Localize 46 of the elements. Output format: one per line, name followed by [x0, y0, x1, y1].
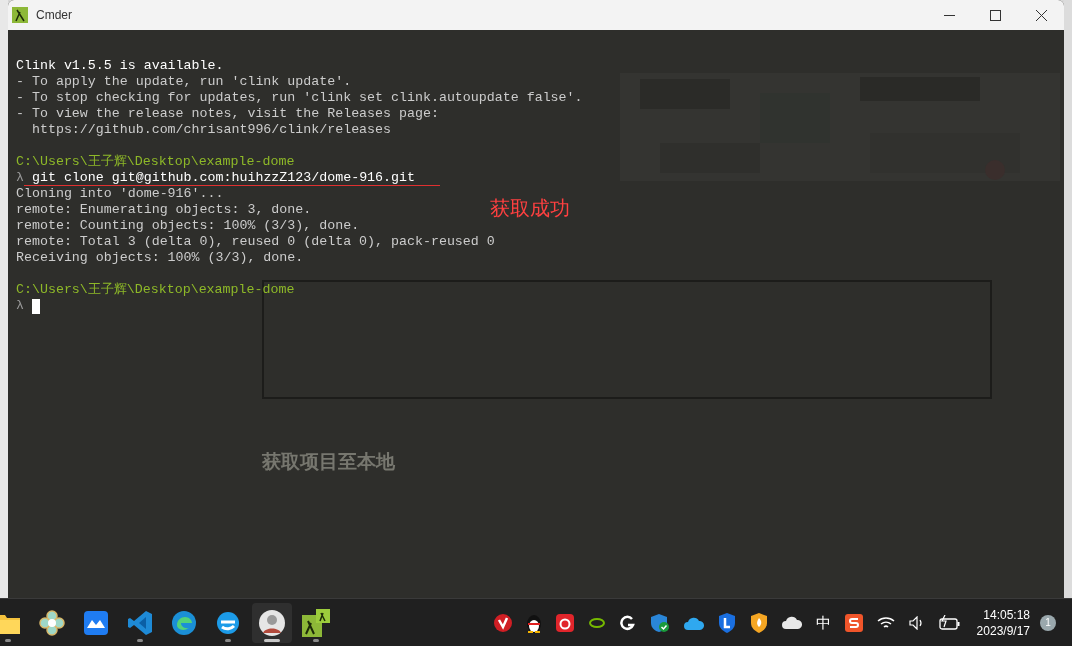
terminal-line: remote: Total 3 (delta 0), reused 0 (delta 0), pack-reused 0 [16, 234, 495, 250]
terminal-line: Receiving objects: 100% (3/3), done. [16, 250, 304, 266]
s-logo-icon[interactable] [844, 613, 863, 632]
code-editor-icon [127, 609, 153, 636]
annotation-text: 获取成功 [490, 196, 570, 221]
shield-flame-icon[interactable] [749, 612, 768, 633]
penguin-icon[interactable] [525, 612, 542, 633]
prompt-path: C:\Users\王子辉\Desktop\example-dome [16, 282, 295, 298]
g-logo-icon[interactable] [619, 614, 636, 631]
mountain-logo-icon [84, 610, 108, 635]
shield-check-icon[interactable] [649, 612, 670, 633]
terminal-line: Clink v1.5.5 is available. [16, 58, 224, 74]
taskbar-app-button[interactable] [252, 602, 292, 643]
input-method-indicator[interactable]: 中 [815, 615, 831, 630]
speaker-icon[interactable] [908, 615, 925, 630]
command-text: git clone git@github.com:huihzzZ123/dome-916.git [32, 170, 415, 186]
terminal-line: remote: Enumerating objects: 3, done. [16, 202, 312, 218]
v-logo-icon[interactable] [493, 613, 512, 632]
browser-e-icon [216, 610, 240, 635]
terminal-line: - To apply the update, run 'clink update'. [16, 74, 352, 90]
shield-l-icon[interactable] [717, 612, 736, 633]
cloud-icon[interactable] [781, 616, 802, 629]
minimize-icon [943, 14, 955, 16]
clock-time: 14:05:18 [983, 606, 1030, 623]
clock[interactable]: 14:05:18 2023/9/17 [976, 606, 1030, 639]
cloud-icon[interactable] [683, 615, 704, 630]
terminal-line: - To stop checking for updates, run 'clink set clink.autoupdate false'. [16, 90, 583, 106]
terminal-line: - To view the release notes, visit the Releases page: [16, 106, 439, 122]
avatar-icon [259, 609, 285, 636]
terminal-line: https://github.com/chrisant996/clink/releases [30, 122, 392, 138]
browser-wave-icon [171, 609, 197, 636]
wifi-icon[interactable] [876, 615, 895, 630]
lambda-terminal-icon [302, 608, 330, 637]
prompt-symbol: λ [16, 170, 24, 186]
window-title: Cmder [36, 7, 72, 24]
lambda-app-icon [12, 7, 28, 23]
page-heading: 获取项目至本地 [262, 450, 395, 474]
clock-date: 2023/9/17 [976, 622, 1030, 639]
terminal-line: remote: Counting objects: 100% (3/3), done. [16, 218, 360, 234]
prompt-symbol: λ [16, 298, 24, 314]
prompt-path: C:\Users\王子辉\Desktop\example-dome [16, 154, 295, 170]
close-icon [1035, 9, 1047, 21]
battery-charging-icon[interactable] [938, 614, 961, 631]
terminal-line: Cloning into 'dome-916'... [16, 186, 224, 202]
maximize-icon [989, 9, 1001, 21]
flower-icon [39, 609, 65, 636]
